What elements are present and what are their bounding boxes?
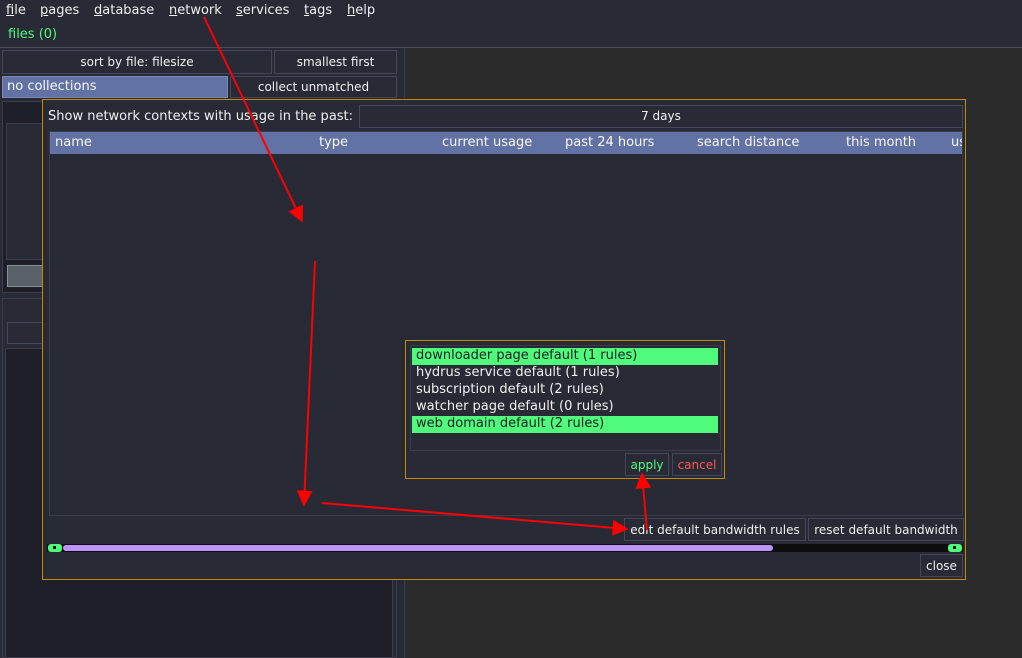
column-header-usage-truncated[interactable]: us (951, 135, 962, 150)
menu-tags-rest: ags (309, 3, 333, 18)
scroll-right-icon[interactable] (948, 544, 962, 552)
menu-help[interactable]: help (347, 3, 375, 18)
menu-database-rest: atabase (102, 3, 155, 18)
collections-dropdown[interactable]: no collections (2, 76, 228, 98)
cancel-button[interactable]: cancel (672, 453, 722, 476)
edit-default-bandwidth-rules-button[interactable]: edit default bandwidth rules (624, 518, 806, 541)
menu-network[interactable]: network (169, 3, 222, 18)
list-header: name type current usage past 24 hours se… (50, 132, 962, 154)
menu-file-rest: ile (14, 3, 26, 18)
default-rules-popup: downloader page default (1 rules) hydrus… (405, 340, 725, 479)
menu-file-key: f (6, 3, 15, 18)
menu-help-key: h (347, 3, 356, 18)
usage-period-field[interactable]: 7 days (359, 105, 963, 128)
list-item[interactable]: web domain default (2 rules) (412, 416, 718, 433)
tag-list-area (6, 123, 44, 260)
list-item[interactable]: watcher page default (0 rules) (412, 399, 718, 416)
menu-pages-rest: ages (48, 3, 80, 18)
apply-button[interactable]: apply (625, 453, 669, 476)
menu-network-rest: etwork (177, 3, 222, 18)
collect-unmatched-button[interactable]: collect unmatched (230, 76, 397, 98)
search-input[interactable] (7, 322, 44, 344)
tab-files[interactable]: files (0) (8, 27, 57, 42)
menu-services[interactable]: services (236, 3, 289, 18)
menu-help-rest: elp (355, 3, 376, 18)
usage-period-label: Show network contexts with usage in the … (48, 109, 354, 124)
column-header-name[interactable]: name (55, 135, 92, 150)
column-header-type[interactable]: type (319, 135, 348, 150)
menu-services-key: s (236, 3, 243, 18)
reset-default-bandwidth-button[interactable]: reset default bandwidth (808, 518, 964, 541)
column-header-search-distance[interactable]: search distance (697, 135, 799, 150)
menu-database[interactable]: database (94, 3, 154, 18)
column-header-current-usage[interactable]: current usage (442, 135, 532, 150)
menu-pages[interactable]: pages (40, 3, 79, 18)
list-item[interactable]: hydrus service default (1 rules) (412, 365, 718, 382)
horizontal-scrollbar[interactable] (47, 544, 963, 552)
sort-by-button[interactable]: sort by file: filesize (2, 50, 272, 74)
scrollbar-thumb[interactable] (63, 545, 773, 551)
scroll-left-icon[interactable] (48, 544, 62, 552)
close-button[interactable]: close (920, 554, 963, 577)
list-item[interactable]: downloader page default (1 rules) (412, 348, 718, 365)
menubar: file pages database network services tag… (0, 0, 1022, 24)
menu-file[interactable]: file (6, 3, 26, 18)
preview-thumbnail (7, 265, 44, 287)
column-header-past-24-hours[interactable]: past 24 hours (565, 135, 654, 150)
column-header-this-month[interactable]: this month (846, 135, 916, 150)
menu-tags[interactable]: tags (304, 3, 332, 18)
list-item[interactable]: subscription default (2 rules) (412, 382, 718, 399)
menu-services-rest: ervices (242, 3, 290, 18)
page-tab-bar: files (0) (0, 24, 1022, 48)
sort-order-button[interactable]: smallest first (274, 50, 397, 74)
menu-network-key: n (169, 3, 178, 18)
